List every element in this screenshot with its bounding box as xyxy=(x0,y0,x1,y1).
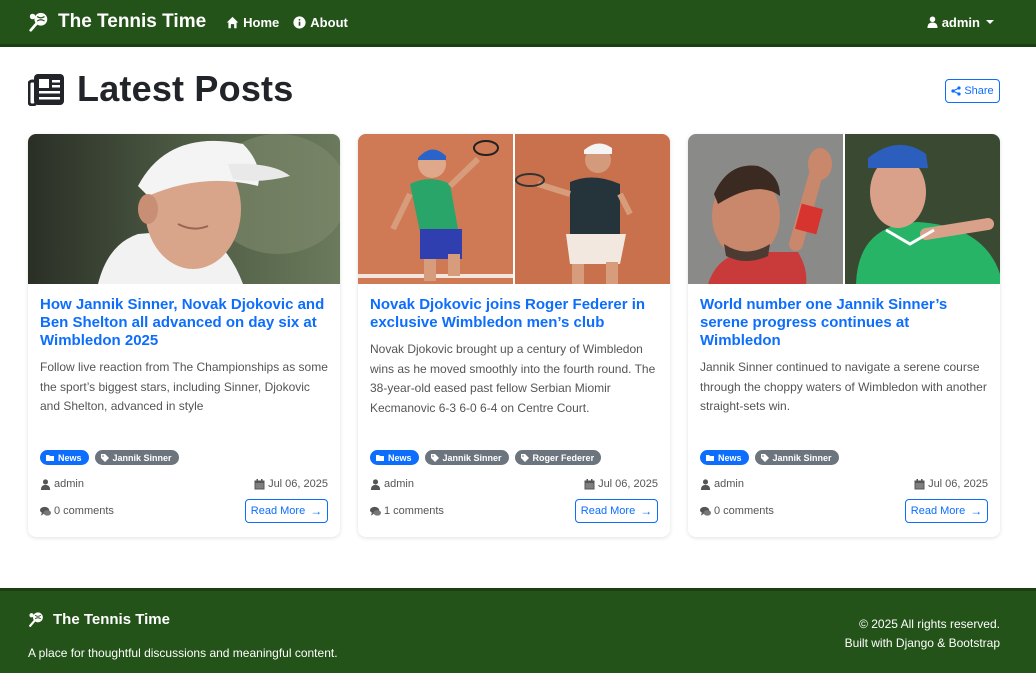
post-comments-count: 0 comments xyxy=(54,505,114,517)
post-footer: 0 comments Read More → xyxy=(40,499,328,523)
tag-label: Jannik Sinner xyxy=(442,452,502,463)
post-date: Jul 06, 2025 xyxy=(928,478,988,490)
tag-label: News xyxy=(58,452,82,463)
calendar-icon xyxy=(914,478,925,489)
post-tags: News Jannik Sinner Roger Federer xyxy=(370,450,607,465)
tag-label: News xyxy=(718,452,742,463)
info-icon xyxy=(293,15,306,29)
post-date: Jul 06, 2025 xyxy=(598,478,658,490)
post-tags: News Jannik Sinner xyxy=(700,450,845,465)
post-title-link[interactable]: Novak Djokovic joins Roger Federer in ex… xyxy=(370,296,658,332)
read-more-button[interactable]: Read More → xyxy=(905,499,988,523)
share-button[interactable]: Share xyxy=(945,79,1000,103)
tag-badge[interactable]: Roger Federer xyxy=(514,450,602,465)
tag-label: Roger Federer xyxy=(532,452,595,463)
nav-link-label: About xyxy=(310,14,348,30)
newspaper-icon xyxy=(28,73,64,106)
post-image[interactable] xyxy=(28,134,340,284)
nav-link-about[interactable]: About xyxy=(293,15,348,30)
user-icon xyxy=(370,478,381,490)
copyright-text: © 2025 All rights reserved. xyxy=(859,617,1000,631)
post-title-link[interactable]: How Jannik Sinner, Novak Djokovic and Be… xyxy=(40,296,328,350)
user-name: admin xyxy=(941,14,980,30)
post-author: admin xyxy=(714,478,744,490)
post-author: admin xyxy=(384,478,414,490)
folder-icon xyxy=(376,454,384,461)
tag-badge[interactable]: Jannik Sinner xyxy=(754,450,839,465)
post-card: How Jannik Sinner, Novak Djokovic and Be… xyxy=(28,134,340,537)
post-meta: admin Jul 06, 2025 xyxy=(40,478,328,490)
footer-brand: The Tennis Time xyxy=(28,611,170,628)
tag-icon xyxy=(430,453,439,462)
built-with-text: Built with Django & Bootstrap xyxy=(844,636,1000,650)
tag-badge[interactable]: Jannik Sinner xyxy=(94,450,179,465)
category-badge[interactable]: News xyxy=(370,450,419,465)
arrow-right-icon: → xyxy=(310,504,323,518)
site-footer: The Tennis Time A place for thoughtful d… xyxy=(0,588,1036,673)
post-card: Novak Djokovic joins Roger Federer in ex… xyxy=(358,134,670,537)
user-menu-dropdown[interactable]: admin xyxy=(927,15,994,30)
post-card: World number one Jannik Sinner’s serene … xyxy=(688,134,1000,537)
read-more-label: Read More xyxy=(250,505,306,517)
tag-icon xyxy=(100,453,109,462)
folder-icon xyxy=(46,454,54,461)
comments-icon xyxy=(700,506,711,516)
post-footer: 1 comments Read More → xyxy=(370,499,658,523)
folder-icon xyxy=(706,454,714,461)
post-title-link[interactable]: World number one Jannik Sinner’s serene … xyxy=(700,296,988,350)
navbar-brand[interactable]: The Tennis Time xyxy=(28,11,206,33)
comments-icon xyxy=(370,506,381,516)
page-header: Latest Posts Share xyxy=(28,68,1000,110)
tennis-logo-icon xyxy=(29,612,43,627)
post-excerpt: Jannik Sinner continued to navigate a se… xyxy=(700,360,987,413)
comments-icon xyxy=(40,506,51,516)
read-more-button[interactable]: Read More → xyxy=(245,499,328,523)
post-excerpt: Follow live reaction from The Championsh… xyxy=(40,360,328,413)
chevron-down-icon xyxy=(986,20,994,24)
calendar-icon xyxy=(254,478,265,489)
tag-badge[interactable]: Jannik Sinner xyxy=(424,450,509,465)
tag-label: Jannik Sinner xyxy=(112,452,172,463)
share-icon xyxy=(951,86,961,96)
post-tags: News Jannik Sinner xyxy=(40,450,185,465)
post-list: How Jannik Sinner, Novak Djokovic and Be… xyxy=(28,134,1000,537)
tag-label: News xyxy=(388,452,412,463)
post-image[interactable] xyxy=(358,134,670,284)
footer-tagline: A place for thoughtful discussions and m… xyxy=(28,646,338,660)
post-date: Jul 06, 2025 xyxy=(268,478,328,490)
tag-icon xyxy=(520,453,529,462)
nav-link-label: Home xyxy=(243,14,280,30)
nav-link-home[interactable]: Home xyxy=(226,15,279,30)
post-meta: admin Jul 06, 2025 xyxy=(700,478,988,490)
post-image[interactable] xyxy=(688,134,1000,284)
read-more-label: Read More xyxy=(580,505,636,517)
footer-brand-name: The Tennis Time xyxy=(53,611,170,628)
page-title: Latest Posts xyxy=(77,68,294,109)
footer-credits: © 2025 All rights reserved. Built with D… xyxy=(845,615,1000,653)
read-more-button[interactable]: Read More → xyxy=(575,499,658,523)
post-excerpt: Novak Djokovic brought up a century of W… xyxy=(370,342,656,415)
tennis-logo-icon xyxy=(29,12,48,32)
brand-name: The Tennis Time xyxy=(58,11,207,32)
navbar: The Tennis Time Home About admin xyxy=(0,0,1036,47)
arrow-right-icon: → xyxy=(970,504,983,518)
calendar-icon xyxy=(584,478,595,489)
tag-icon xyxy=(760,453,769,462)
post-footer: 0 comments Read More → xyxy=(700,499,988,523)
share-label: Share xyxy=(964,85,994,97)
user-icon xyxy=(700,478,711,490)
post-comments-count: 1 comments xyxy=(384,505,444,517)
read-more-label: Read More xyxy=(910,505,966,517)
user-icon xyxy=(927,16,938,28)
post-meta: admin Jul 06, 2025 xyxy=(370,478,658,490)
user-icon xyxy=(40,478,51,490)
home-icon xyxy=(226,16,239,28)
post-comments-count: 0 comments xyxy=(714,505,774,517)
post-author: admin xyxy=(54,478,84,490)
category-badge[interactable]: News xyxy=(700,450,749,465)
tag-label: Jannik Sinner xyxy=(772,452,832,463)
arrow-right-icon: → xyxy=(640,504,653,518)
category-badge[interactable]: News xyxy=(40,450,89,465)
